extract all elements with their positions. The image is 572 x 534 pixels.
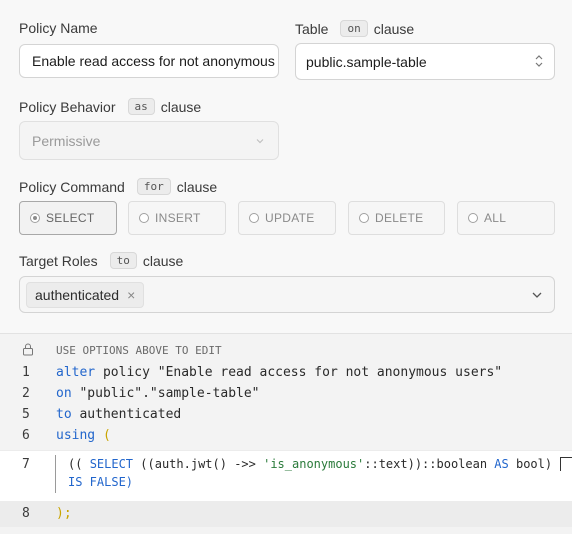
radio-icon [468, 213, 478, 223]
code-line-1: alter policy "Enable read access for not… [56, 365, 503, 380]
code-line-8: ); [56, 506, 72, 521]
code-line-6: using ( [56, 428, 111, 443]
behavior-label: Policy Behavior as clause [19, 98, 202, 115]
line-number: 6 [22, 428, 30, 443]
command-option-delete[interactable]: DELETE [348, 201, 445, 235]
code-line-5: to authenticated [56, 407, 182, 422]
code-line-7: (( SELECT ((auth.jwt() ->> 'is_anonymous… [68, 457, 553, 471]
line-number: 2 [22, 386, 30, 401]
active-line [0, 501, 572, 527]
behavior-select[interactable]: Permissive [19, 121, 279, 160]
role-chip: authenticated × [26, 281, 145, 308]
policy-name-label: Policy Name [19, 20, 98, 36]
line-number: 5 [22, 407, 30, 422]
chevron-down-icon [254, 134, 266, 150]
command-kbd: for [136, 178, 171, 195]
table-select-value: public.sample-table [306, 53, 427, 70]
behavior-kbd: as [127, 98, 155, 115]
radio-icon [139, 213, 149, 223]
remove-chip-icon[interactable]: × [127, 287, 135, 303]
command-label: Policy Command for clause [19, 178, 218, 195]
roles-kbd: to [109, 252, 137, 269]
radio-icon [30, 213, 40, 223]
command-option-all[interactable]: ALL [457, 201, 555, 235]
table-select[interactable]: public.sample-table [295, 43, 555, 80]
code-line-2: on "public"."sample-table" [56, 386, 260, 401]
line-number: 1 [22, 365, 30, 380]
policy-name-input[interactable]: Enable read access for not anonymous use… [19, 44, 279, 78]
line-number: 7 [22, 457, 30, 472]
radio-icon [249, 213, 259, 223]
editor-hint: USE OPTIONS ABOVE TO EDIT [56, 344, 222, 357]
lock-icon [22, 343, 34, 360]
code-line-7-wrap: IS FALSE) [68, 475, 134, 489]
chevron-down-icon [530, 288, 544, 305]
radio-icon [359, 213, 369, 223]
roles-multiselect[interactable]: authenticated × [19, 276, 555, 313]
command-option-select[interactable]: SELECT [19, 201, 117, 235]
roles-label: Target Roles to clause [19, 252, 184, 269]
table-label: Table on clause [295, 20, 415, 37]
command-option-insert[interactable]: INSERT [128, 201, 226, 235]
line-number: 8 [22, 506, 30, 521]
chevron-updown-icon [534, 53, 544, 72]
sql-editor[interactable]: USE OPTIONS ABOVE TO EDIT 1 alter policy… [0, 333, 572, 534]
command-option-update[interactable]: UPDATE [238, 201, 336, 235]
table-kbd: on [340, 20, 368, 37]
